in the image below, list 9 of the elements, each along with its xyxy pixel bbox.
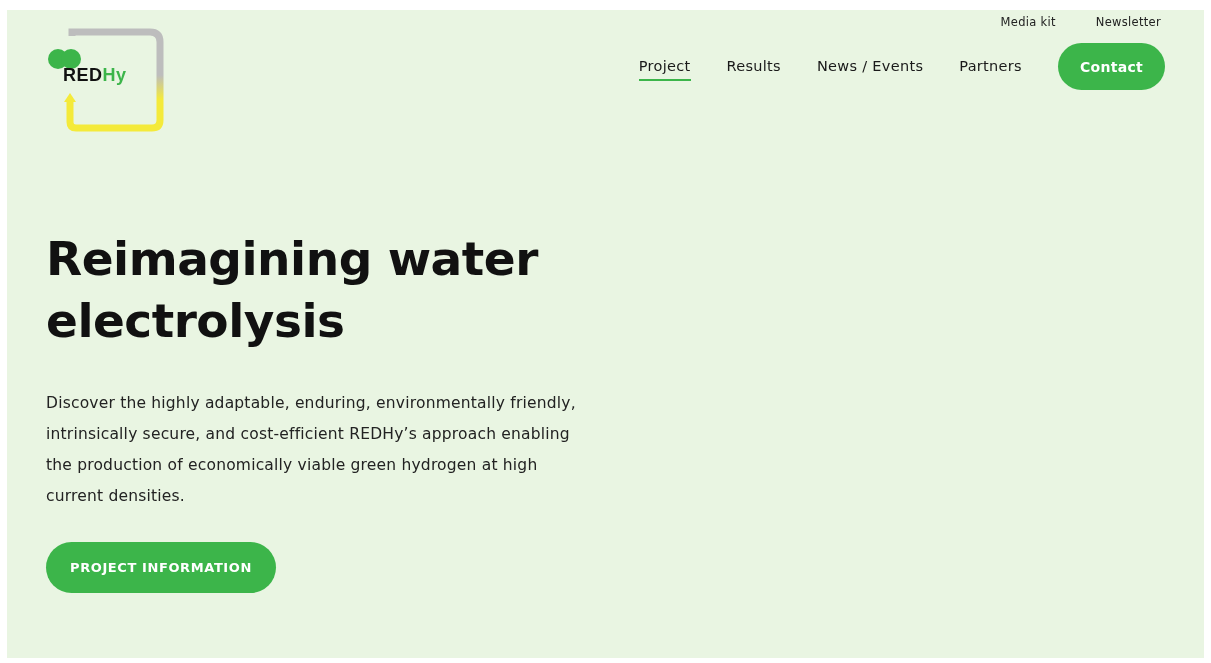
- nav-link[interactable]: Project: [638, 52, 691, 81]
- nav-link[interactable]: Results: [726, 52, 781, 81]
- nav-link[interactable]: Partners: [959, 52, 1022, 81]
- nav-link[interactable]: News / Events: [816, 52, 924, 81]
- hero-title: Reimagining water electrolysis: [46, 230, 540, 350]
- top-link[interactable]: Newsletter: [1095, 15, 1161, 29]
- logo-wordmark: REDHy: [63, 65, 127, 86]
- top-link[interactable]: Media kit: [1000, 15, 1056, 29]
- hero-text: Discover the highly adaptable, enduring, environmentally friendly, intrinsically secure, and cost-efficient REDHy’s approach enabling the production of economically viable green hydrogen at high current densities.: [46, 393, 577, 507]
